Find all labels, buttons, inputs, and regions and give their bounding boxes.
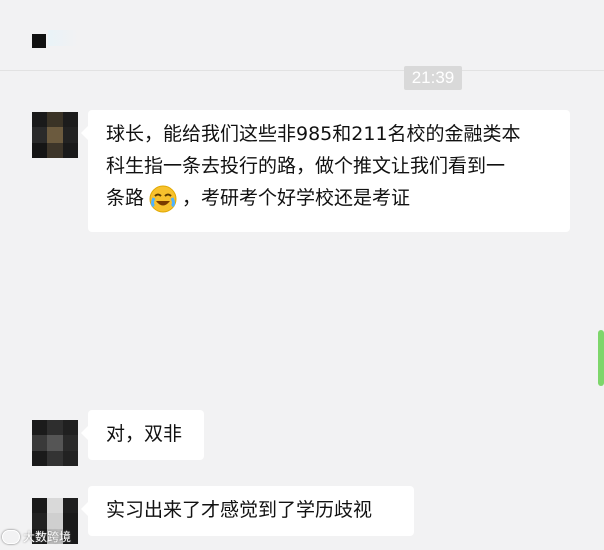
laughing-crying-emoji-icon [148, 184, 178, 214]
watermark-text: 大数跨境 [23, 530, 72, 544]
scrollbar-thumb[interactable] [598, 330, 604, 386]
message-bubble[interactable]: 球长，能给我们这些非985和211名校的金融类本 科生指一条去投行的路，做个推文… [81, 110, 570, 232]
message-text: 对，双非 [106, 423, 183, 445]
message-text: 条路 [106, 187, 145, 209]
message-text-line: 科生指一条去投行的路，做个推文让我们看到一 [106, 155, 506, 177]
timestamp: 21:39 [404, 66, 462, 90]
message-bubble[interactable]: 实习出来了才感觉到了学历歧视 [81, 486, 414, 536]
watermark: 大数跨境 [2, 528, 71, 545]
avatar[interactable] [32, 420, 78, 466]
chat-header [0, 0, 604, 71]
message-bubble[interactable]: 对，双非 [81, 410, 204, 460]
weibo-logo-icon [2, 529, 20, 544]
message-text-line: 条路 ，考研考个好学校还是考证 [106, 182, 552, 214]
message-text-line: 球长，能给我们这些非985和211名校的金融类本 [106, 123, 521, 145]
chat-title-blurred [48, 30, 78, 46]
back-icon[interactable] [32, 34, 46, 48]
message-text: 实习出来了才感觉到了学历歧视 [106, 499, 373, 521]
message-text: ，考研考个好学校还是考证 [182, 187, 411, 209]
avatar[interactable] [32, 112, 78, 158]
